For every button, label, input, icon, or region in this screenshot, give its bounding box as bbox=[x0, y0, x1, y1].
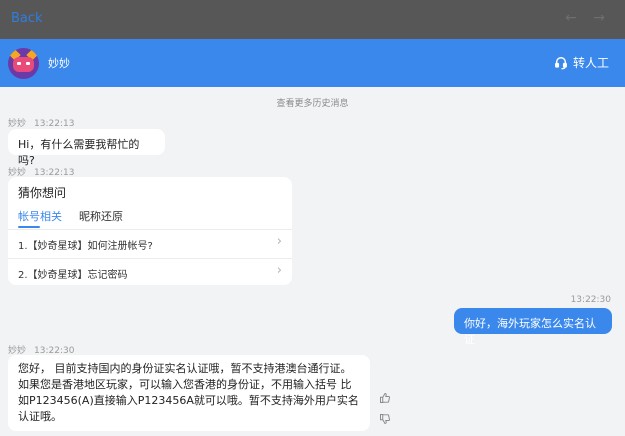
transfer-to-human-button[interactable]: 转人工 bbox=[554, 54, 609, 71]
active-tab-indicator bbox=[18, 226, 40, 228]
back-button[interactable]: Back bbox=[11, 11, 43, 26]
tab-nickname-restore[interactable]: 昵称还原 bbox=[79, 208, 123, 224]
avatar-eye bbox=[17, 62, 21, 65]
card-title: 猜你想问 bbox=[18, 186, 67, 200]
divider bbox=[8, 258, 292, 259]
avatar-face bbox=[13, 57, 34, 72]
avatar-eye bbox=[26, 62, 30, 65]
bot-message-bubble: Hi，有什么需要我帮忙的吗? bbox=[8, 129, 165, 167]
transfer-label: 转人工 bbox=[572, 56, 609, 70]
nav-arrows[interactable]: ← → bbox=[565, 10, 611, 26]
user-message-bubble: 你好，海外玩家怎么实名认证 bbox=[454, 308, 612, 346]
top-bar: Back ← → bbox=[0, 0, 625, 39]
message-time: 13:22:13 bbox=[34, 119, 75, 129]
chevron-right-icon: › bbox=[276, 263, 282, 278]
chevron-right-icon: › bbox=[276, 234, 282, 249]
tab-account[interactable]: 帐号相关 bbox=[18, 208, 62, 224]
thumbs-up-icon[interactable] bbox=[379, 392, 391, 404]
message-text: 您好， 目前支持国内的身份证实名认证哦，暂不支持港澳台通行证。如果您是香港地区玩… bbox=[18, 362, 359, 423]
bot-avatar bbox=[8, 48, 39, 79]
message-text: Hi，有什么需要我帮忙的吗? bbox=[18, 138, 140, 167]
message-meta: 13:22:30 bbox=[571, 295, 611, 305]
question-text: 1.【妙奇星球】如何注册帐号? bbox=[18, 241, 153, 252]
bot-name: 妙妙 bbox=[48, 57, 70, 70]
question-text: 2.【妙奇星球】忘记密码 bbox=[18, 270, 128, 281]
guess-questions-card: 猜你想问 帐号相关 昵称还原 1.【妙奇星球】如何注册帐号? › 2.【妙奇星球… bbox=[8, 177, 292, 285]
chat-header: 妙妙 转人工 bbox=[0, 39, 625, 87]
sender-name: 妙妙 bbox=[8, 119, 27, 129]
message-meta: 妙妙 13:22:13 bbox=[8, 116, 74, 129]
message-time: 13:22:30 bbox=[570, 295, 611, 305]
headset-icon bbox=[555, 56, 567, 69]
message-text: 你好，海外玩家怎么实名认证 bbox=[464, 317, 596, 346]
divider bbox=[8, 229, 292, 230]
bot-message-bubble: 您好， 目前支持国内的身份证实名认证哦，暂不支持港澳台通行证。如果您是香港地区玩… bbox=[8, 355, 370, 431]
thumbs-down-icon[interactable] bbox=[379, 413, 391, 425]
load-history-link[interactable]: 查看更多历史消息 bbox=[0, 96, 625, 109]
